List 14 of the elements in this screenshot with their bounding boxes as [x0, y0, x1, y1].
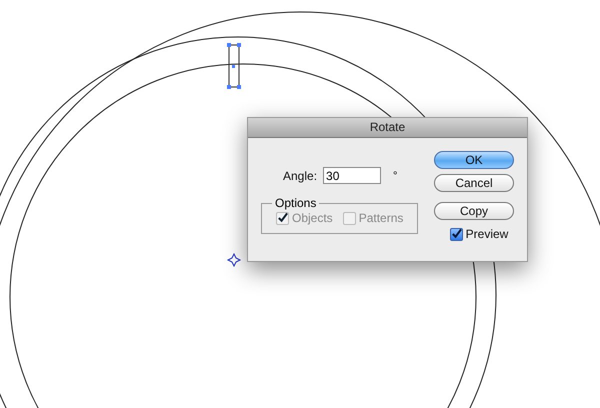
selection-rectangle[interactable]	[227, 43, 241, 89]
options-legend: Options	[272, 196, 320, 210]
ok-button[interactable]: OK	[434, 151, 514, 169]
checkbox[interactable]	[450, 228, 463, 240]
rotation-origin-icon[interactable]	[226, 252, 242, 268]
checkbox-label: Preview	[466, 227, 508, 241]
dialog-button[interactable]: Cancel	[434, 174, 514, 192]
angle-label: Angle:	[283, 168, 318, 182]
checkbox-label: Objects	[292, 211, 333, 225]
angle-field[interactable]: 30	[323, 167, 382, 184]
checkbox-label: Patterns	[358, 211, 404, 225]
dialog-title: Rotate	[248, 118, 527, 138]
dialog-button[interactable]: Copy	[434, 202, 514, 220]
degree-unit: °	[393, 170, 398, 182]
